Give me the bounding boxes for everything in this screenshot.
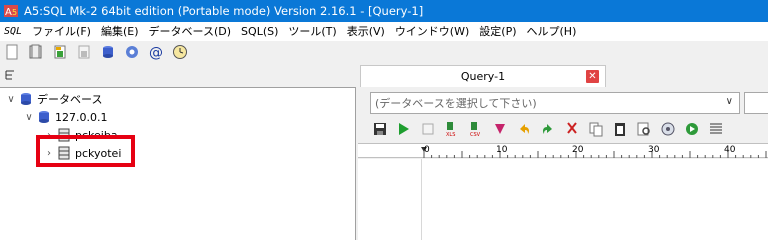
database-select[interactable]: (データベースを選択して下さい) ∨ <box>370 92 740 114</box>
highlight-box <box>36 135 135 167</box>
find-icon[interactable] <box>636 121 652 137</box>
side-input[interactable] <box>744 92 768 114</box>
svg-text:CSV: CSV <box>470 132 481 137</box>
tree-label-databases: データベース <box>37 93 103 106</box>
save-icon[interactable] <box>372 121 388 137</box>
tree-label-host: 127.0.0.1 <box>55 110 108 124</box>
at-icon[interactable]: @ <box>148 44 164 61</box>
ruler-ticks <box>421 147 767 158</box>
svg-text:@: @ <box>149 45 163 60</box>
redo-icon[interactable] <box>540 121 556 137</box>
connect-icon[interactable] <box>52 44 68 60</box>
open-icon[interactable] <box>28 44 44 60</box>
run-icon[interactable] <box>396 121 412 137</box>
close-icon[interactable]: ✕ <box>586 70 599 83</box>
query-toolbar: XLS CSV <box>372 119 724 139</box>
refresh-icon[interactable] <box>684 121 700 137</box>
tree-node-host[interactable]: ∨ 127.0.0.1 <box>24 108 107 126</box>
tree-toggle-icon[interactable] <box>4 69 20 85</box>
indent-icon[interactable] <box>708 121 724 137</box>
menu-database[interactable]: データベース(D) <box>144 22 237 41</box>
menu-sql[interactable]: SQL(S) <box>236 22 283 41</box>
window-title: A5:SQL Mk-2 64bit edition (Portable mode… <box>24 4 424 18</box>
tab-label: Query-1 <box>460 70 506 83</box>
sql-editor[interactable] <box>358 159 768 240</box>
chevron-down-icon[interactable]: ∨ <box>6 94 16 105</box>
menu-bar: SQL ファイル(F) 編集(E) データベース(D) SQL(S) ツール(T… <box>0 22 768 41</box>
app-logo-icon: A 5 <box>4 4 18 18</box>
menu-view[interactable]: 表示(V) <box>342 22 390 41</box>
main-toolbar: @ <box>0 41 768 63</box>
server-icon <box>37 110 51 124</box>
export-xls-icon[interactable]: XLS <box>444 121 460 138</box>
chevron-down-icon[interactable]: ∨ <box>24 112 34 123</box>
cut-icon[interactable] <box>564 121 580 137</box>
ruler-label-10: 10 <box>496 145 508 155</box>
sql-logo: SQL <box>4 26 23 37</box>
new-icon[interactable] <box>4 44 20 60</box>
svg-text:A: A <box>5 7 12 18</box>
menu-settings[interactable]: 設定(P) <box>474 22 521 41</box>
ruler-label-40: 40 <box>724 145 736 155</box>
menu-edit[interactable]: 編集(E) <box>96 22 144 41</box>
disconnect-icon[interactable] <box>76 44 92 60</box>
format-icon[interactable] <box>660 121 676 137</box>
undo-icon[interactable] <box>516 121 532 137</box>
export-csv-icon[interactable]: CSV <box>468 121 484 138</box>
tree-node-databases[interactable]: ∨ データベース <box>6 90 102 108</box>
databases-icon <box>19 92 33 106</box>
svg-text:5: 5 <box>12 8 17 17</box>
settings-icon[interactable] <box>124 44 140 60</box>
ruler-label-30: 30 <box>648 145 660 155</box>
column-ruler: 0 10 20 30 40 <box>358 143 768 158</box>
paste-icon[interactable] <box>612 121 628 137</box>
menu-file[interactable]: ファイル(F) <box>27 22 96 41</box>
title-bar: A 5 A5:SQL Mk-2 64bit edition (Portable … <box>0 0 768 22</box>
database-select-placeholder: (データベースを選択して下さい) <box>375 97 537 110</box>
explain-icon[interactable] <box>492 121 508 137</box>
copy-icon[interactable] <box>588 121 604 137</box>
chevron-down-icon[interactable]: ∨ <box>726 96 733 107</box>
ruler-label-20: 20 <box>572 145 584 155</box>
query-pane: Query-1 ✕ (データベースを選択して下さい) ∨ XLS CSV 0 1… <box>358 63 768 240</box>
database-icon[interactable] <box>100 44 116 60</box>
tree-header <box>0 63 356 85</box>
svg-text:XLS: XLS <box>446 132 455 137</box>
menu-window[interactable]: ウインドウ(W) <box>390 22 474 41</box>
stop-icon[interactable] <box>420 121 436 137</box>
menu-tools[interactable]: ツール(T) <box>283 22 341 41</box>
line-number-gutter <box>358 159 422 240</box>
ruler-label-0: 0 <box>424 145 430 155</box>
tab-query-1[interactable]: Query-1 ✕ <box>360 65 606 87</box>
clock-icon[interactable] <box>172 44 188 60</box>
menu-help[interactable]: ヘルプ(H) <box>522 22 582 41</box>
